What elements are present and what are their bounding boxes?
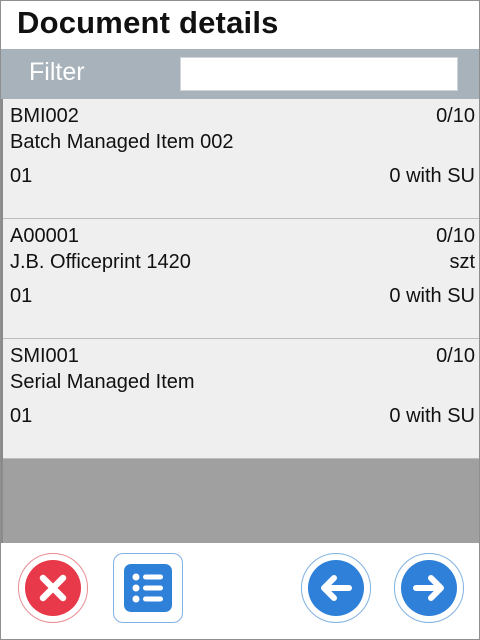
item-row-2: Serial Managed Item: [10, 371, 475, 394]
item-quantity: 0/10: [436, 345, 475, 367]
item-row-3: 01 0 with SU: [10, 165, 475, 188]
list-item[interactable]: SMI001 0/10 Serial Managed Item 01 0 wit…: [3, 339, 479, 459]
item-code: SMI001: [10, 345, 79, 367]
item-quantity: 0/10: [436, 225, 475, 247]
item-name: J.B. Officeprint 1420: [10, 251, 191, 273]
list-view-button[interactable]: [113, 553, 183, 623]
item-row-1: A00001 0/10: [10, 225, 475, 248]
arrow-right-icon: [401, 560, 457, 616]
item-location: 01: [10, 285, 33, 307]
item-su-count: 0 with SU: [389, 405, 475, 427]
item-unit: szt: [449, 251, 475, 273]
item-su-count: 0 with SU: [389, 285, 475, 307]
item-location: 01: [10, 405, 33, 427]
items-list[interactable]: BMI002 0/10 Batch Managed Item 002 01 0 …: [1, 99, 479, 543]
filter-label: Filter: [29, 58, 85, 86]
bottom-toolbar: [1, 543, 479, 639]
back-button[interactable]: [301, 553, 371, 623]
header: Document details: [1, 1, 479, 49]
close-icon: [25, 560, 81, 616]
list-item[interactable]: BMI002 0/10 Batch Managed Item 002 01 0 …: [3, 99, 479, 219]
item-row-3: 01 0 with SU: [10, 405, 475, 428]
page-title: Document details: [17, 5, 279, 40]
item-row-2: Batch Managed Item 002: [10, 131, 475, 154]
item-name: Serial Managed Item: [10, 371, 195, 393]
item-row-1: SMI001 0/10: [10, 345, 475, 368]
item-code: A00001: [10, 225, 79, 247]
list-item[interactable]: A00001 0/10 J.B. Officeprint 1420 szt 01…: [3, 219, 479, 339]
item-name: Batch Managed Item 002: [10, 131, 234, 153]
item-code: BMI002: [10, 105, 79, 127]
list-icon: [124, 564, 172, 612]
arrow-left-icon: [308, 560, 364, 616]
item-su-count: 0 with SU: [389, 165, 475, 187]
item-row-2: J.B. Officeprint 1420 szt: [10, 251, 475, 274]
cancel-button[interactable]: [18, 553, 88, 623]
app-window: Document details Filter BMI002 0/10 Batc…: [0, 0, 480, 640]
filter-input[interactable]: [180, 57, 458, 91]
item-location: 01: [10, 165, 33, 187]
filter-bar: Filter: [1, 49, 479, 99]
item-quantity: 0/10: [436, 105, 475, 127]
item-row-1: BMI002 0/10: [10, 105, 475, 128]
next-button[interactable]: [394, 553, 464, 623]
item-row-3: 01 0 with SU: [10, 285, 475, 308]
